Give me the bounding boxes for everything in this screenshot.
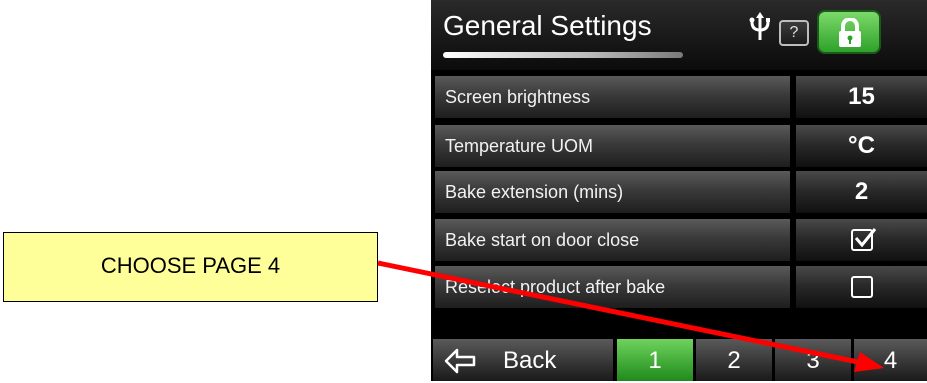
annotation-arrow [377,260,884,372]
